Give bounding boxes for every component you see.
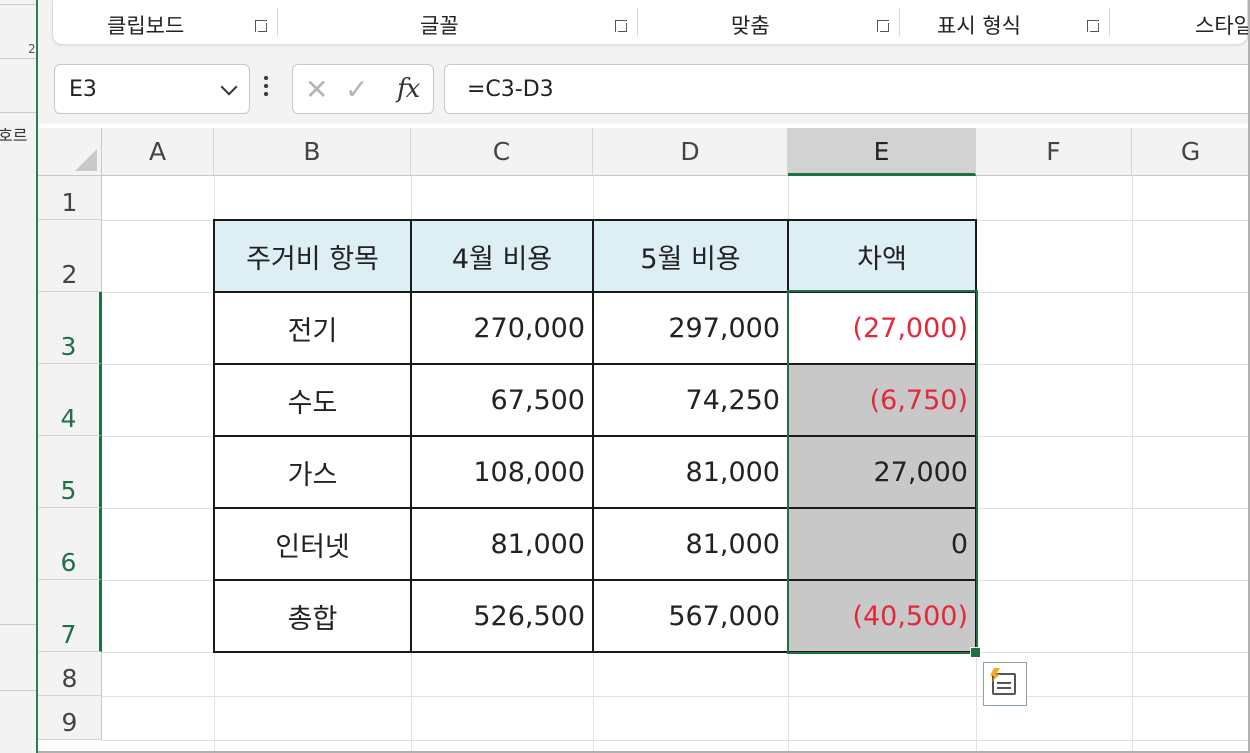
table-cell[interactable]: 81,000 <box>411 508 593 580</box>
ribbon-separator <box>899 8 900 36</box>
ribbon-group-alignment: 맞춤 <box>731 14 770 38</box>
formula-buttons: ✕ ✓ fx <box>292 64 434 114</box>
formula-input[interactable]: =C3-D3 <box>444 64 1250 114</box>
row-header-6[interactable]: 6 <box>38 508 102 580</box>
table-cell[interactable]: 108,000 <box>411 436 593 508</box>
row-header-9[interactable]: 9 <box>38 696 102 740</box>
name-box-value: E3 <box>69 77 97 102</box>
column-header-e[interactable]: E <box>788 128 976 176</box>
alignment-dialog-launcher-icon[interactable] <box>877 20 889 32</box>
column-header-a[interactable]: A <box>102 128 214 176</box>
ribbon-separator <box>637 8 638 36</box>
table-border <box>213 219 215 653</box>
formula-text: =C3-D3 <box>467 77 554 102</box>
row-header-1[interactable]: 1 <box>38 176 102 220</box>
column-header-f[interactable]: F <box>976 128 1132 176</box>
column-header-b[interactable]: B <box>214 128 411 176</box>
background-text-fragment: 호르 <box>0 126 28 145</box>
ribbon: 클립보드 글꼴 맞춤 표시 형식 스타일 <box>38 0 1250 48</box>
table-border <box>410 219 412 653</box>
background-number: 2 <box>28 42 36 56</box>
table-cell[interactable]: 74,250 <box>593 364 788 436</box>
ribbon-separator <box>277 8 278 36</box>
insert-function-icon[interactable]: fx <box>397 74 420 104</box>
table-cell[interactable]: 297,000 <box>593 292 788 364</box>
table-border <box>213 507 977 509</box>
enter-icon[interactable]: ✓ <box>345 73 368 106</box>
table-cell[interactable]: 81,000 <box>593 508 788 580</box>
row-header-3[interactable]: 3 <box>38 292 102 364</box>
column-header-c[interactable]: C <box>411 128 593 176</box>
table-header-april[interactable]: 4월 비용 <box>411 220 593 292</box>
ribbon-separator <box>1109 8 1110 36</box>
selected-cell[interactable]: 27,000 <box>788 436 976 508</box>
spreadsheet-grid: A B C D E F G 1 2 3 4 5 6 7 8 9 주거비 항목 4… <box>38 124 1250 753</box>
table-cell[interactable]: 총합 <box>214 580 411 652</box>
table-border <box>787 219 789 653</box>
active-cell[interactable]: (27,000) <box>788 292 976 364</box>
column-header-g[interactable]: G <box>1132 128 1250 176</box>
font-dialog-launcher-icon[interactable] <box>615 20 627 32</box>
row-header-4[interactable]: 4 <box>38 364 102 436</box>
ribbon-group-clipboard: 클립보드 <box>107 14 185 38</box>
chevron-down-icon[interactable] <box>220 78 238 96</box>
table-header-difference[interactable]: 차액 <box>788 220 976 292</box>
table-cell[interactable]: 전기 <box>214 292 411 364</box>
table-border <box>213 219 977 221</box>
ribbon-group-styles: 스타일 <box>1195 14 1250 38</box>
table-border <box>213 579 977 581</box>
table-cell[interactable]: 수도 <box>214 364 411 436</box>
table-cell[interactable]: 526,500 <box>411 580 593 652</box>
background-window: 2 호르 <box>0 0 38 753</box>
table-border <box>213 291 977 293</box>
table-cell[interactable]: 67,500 <box>411 364 593 436</box>
number-dialog-launcher-icon[interactable] <box>1087 20 1099 32</box>
table-border <box>592 219 594 653</box>
ribbon-group-bar: 클립보드 글꼴 맞춤 표시 형식 스타일 <box>52 0 1250 45</box>
name-box[interactable]: E3 <box>54 64 250 114</box>
formula-bar: E3 ✕ ✓ fx =C3-D3 <box>38 48 1250 124</box>
selected-cell[interactable]: (40,500) <box>788 580 976 652</box>
selected-cell[interactable]: 0 <box>788 508 976 580</box>
column-header-d[interactable]: D <box>593 128 788 176</box>
table-cell[interactable]: 567,000 <box>593 580 788 652</box>
table-cell[interactable]: 가스 <box>214 436 411 508</box>
quick-analysis-icon[interactable] <box>983 662 1027 706</box>
row-header-7[interactable]: 7 <box>38 580 102 652</box>
table-header-may[interactable]: 5월 비용 <box>593 220 788 292</box>
table-border <box>975 219 977 653</box>
ribbon-group-font: 글꼴 <box>420 14 459 38</box>
selected-cell[interactable]: (6,750) <box>788 364 976 436</box>
row-header-5[interactable]: 5 <box>38 436 102 508</box>
row-header-8[interactable]: 8 <box>38 652 102 696</box>
table-cell[interactable]: 인터넷 <box>214 508 411 580</box>
clipboard-dialog-launcher-icon[interactable] <box>255 20 267 32</box>
more-options-icon[interactable] <box>264 76 270 100</box>
row-header-2[interactable]: 2 <box>38 220 102 292</box>
select-all-button[interactable] <box>38 128 102 176</box>
table-header-item[interactable]: 주거비 항목 <box>214 220 411 292</box>
table-border <box>213 435 977 437</box>
table-border <box>213 363 977 365</box>
table-border <box>213 651 977 653</box>
table-cell[interactable]: 270,000 <box>411 292 593 364</box>
fill-handle[interactable] <box>970 647 981 658</box>
cancel-icon[interactable]: ✕ <box>305 73 328 106</box>
ribbon-group-number: 표시 형식 <box>937 14 1021 38</box>
table-cell[interactable]: 81,000 <box>593 436 788 508</box>
